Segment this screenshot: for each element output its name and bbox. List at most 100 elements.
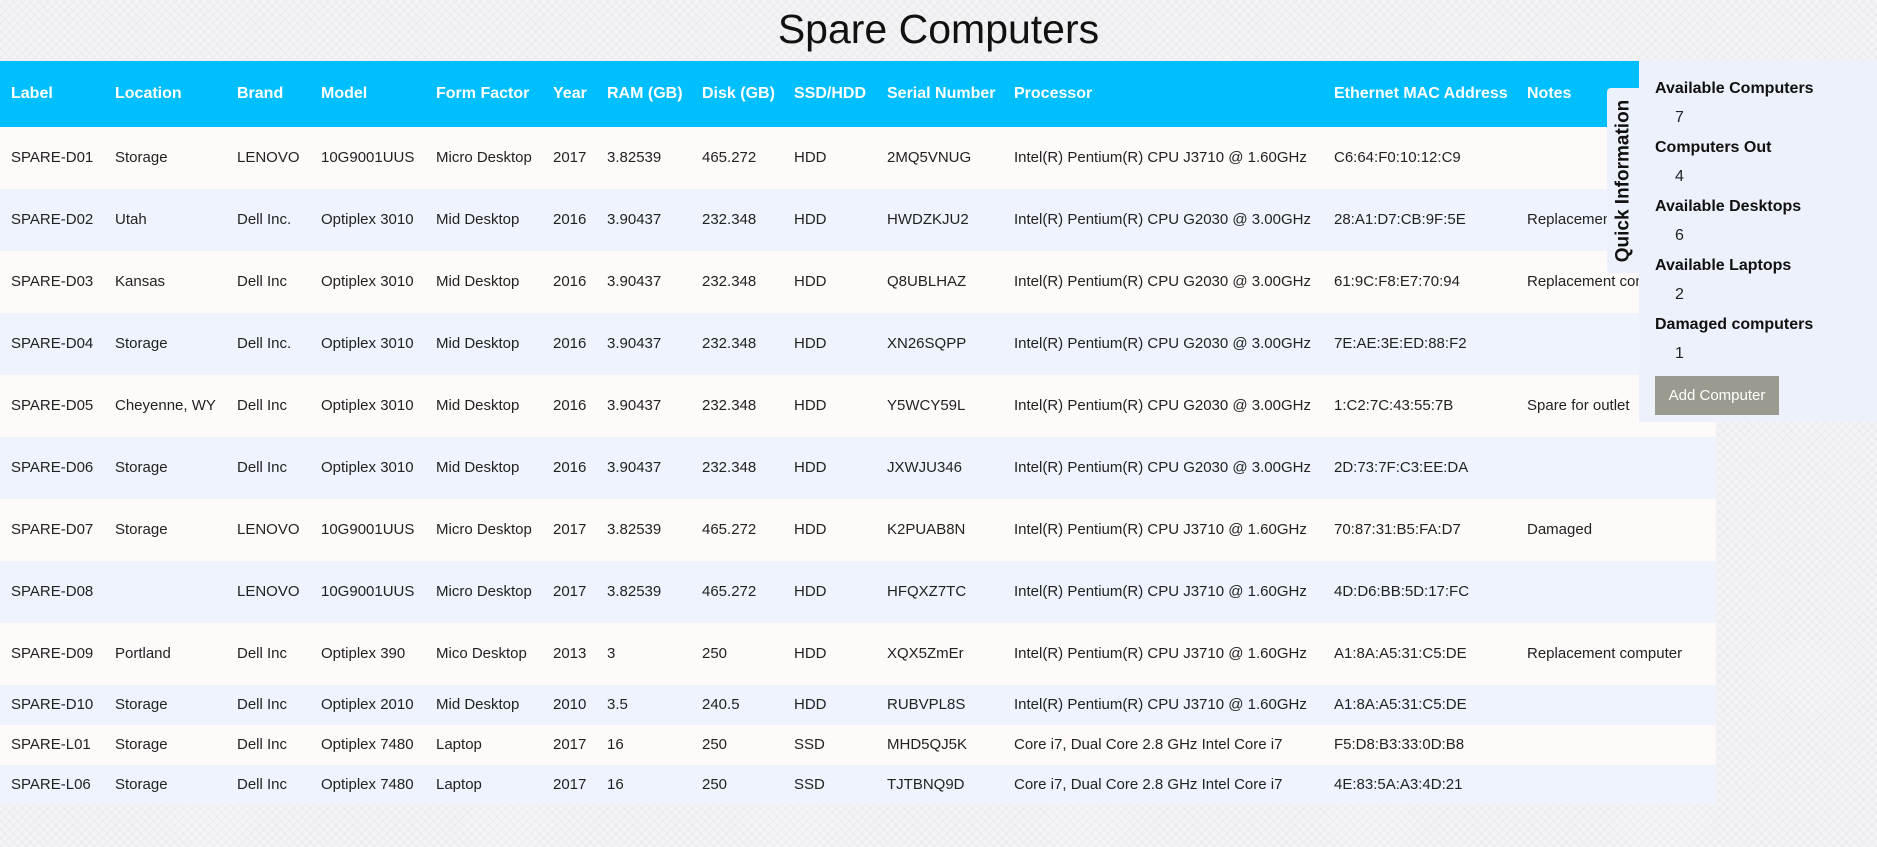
column-header[interactable]: Location bbox=[104, 61, 226, 127]
column-header[interactable]: Serial Number bbox=[876, 61, 1003, 127]
table-cell: HDD bbox=[794, 521, 827, 538]
table-row[interactable]: SPARE-D10 Storage Dell Inc Optiplex 2010 Mid… bbox=[0, 685, 1716, 725]
table-cell: 4D:D6:BB:5D:17:FC bbox=[1334, 583, 1470, 600]
table-cell bbox=[1516, 437, 1716, 499]
table-cell: XQX5ZmEr bbox=[887, 645, 964, 662]
table-cell: 10G9001UUS bbox=[321, 583, 415, 600]
table-cell: 2017 bbox=[553, 521, 587, 538]
table-cell: 3.90437 bbox=[607, 273, 662, 290]
table-cell: SPARE-D03 bbox=[11, 273, 94, 290]
table-cell: Optiplex 3010 bbox=[321, 397, 414, 414]
table-cell: SPARE-L06 bbox=[11, 776, 91, 793]
table-cell: Dell Inc bbox=[237, 397, 288, 414]
available-desktops-label: Available Desktops bbox=[1655, 198, 1802, 215]
table-cell: HDD bbox=[794, 273, 827, 290]
table-cell: Intel(R) Pentium(R) CPU J3710 @ 1.60GHz bbox=[1014, 583, 1307, 600]
column-header[interactable]: Label bbox=[0, 61, 104, 127]
table-cell: 232.348 bbox=[702, 211, 757, 228]
table-row[interactable]: SPARE-L06 Storage Dell Inc Optiplex 7480 Lap… bbox=[0, 765, 1716, 805]
table-cell: 232.348 bbox=[702, 335, 757, 352]
table-cell: 3.90437 bbox=[607, 335, 662, 352]
table-cell: Optiplex 3010 bbox=[321, 335, 414, 352]
table-cell: Storage bbox=[115, 696, 168, 713]
available-laptops-value: 2 bbox=[1675, 286, 1684, 303]
table-cell: Portland bbox=[115, 645, 171, 662]
table-cell: 2016 bbox=[553, 459, 587, 476]
table-cell: Dell Inc bbox=[237, 273, 288, 290]
table-cell: LENOVO bbox=[237, 583, 300, 600]
table-cell: Cheyenne, WY bbox=[115, 397, 216, 414]
table-row[interactable]: SPARE-D09 Portland Dell Inc Optiplex 390 Mic… bbox=[0, 623, 1716, 685]
table-cell: SPARE-D10 bbox=[11, 696, 94, 713]
table-cell bbox=[1516, 561, 1716, 623]
table-cell: 3.5 bbox=[607, 696, 628, 713]
quick-information-tab[interactable]: Quick Information bbox=[1607, 88, 1639, 273]
table-cell: 232.348 bbox=[702, 273, 757, 290]
table-cell: 16 bbox=[607, 736, 624, 753]
column-header[interactable]: Ethernet MAC Address bbox=[1323, 61, 1516, 127]
table-cell: 2013 bbox=[553, 645, 587, 662]
add-computer-button[interactable]: Add Computer bbox=[1655, 376, 1779, 415]
table-row[interactable]: SPARE-D05 Cheyenne, WY Dell Inc Optiplex 30… bbox=[0, 375, 1716, 437]
table-cell: 28:A1:D7:CB:9F:5E bbox=[1334, 211, 1466, 228]
table-cell: HDD bbox=[794, 335, 827, 352]
table-cell: Intel(R) Pentium(R) CPU G2030 @ 3.00GHz bbox=[1014, 397, 1311, 414]
table-cell: TJTBNQ9D bbox=[887, 776, 965, 793]
table-cell: Dell Inc. bbox=[237, 211, 292, 228]
table-row[interactable]: SPARE-D06 Storage Dell Inc Optiplex 3010 Mid… bbox=[0, 437, 1716, 499]
table-cell: 3.82539 bbox=[607, 583, 662, 600]
column-header[interactable]: Model bbox=[310, 61, 425, 127]
table-cell: 2017 bbox=[553, 149, 587, 166]
table-cell: 1:C2:7C:43:55:7B bbox=[1334, 397, 1454, 414]
table-cell: Kansas bbox=[115, 273, 166, 290]
table-row[interactable]: SPARE-D01 Storage LENOVO 10G9001UUS Micro De… bbox=[0, 127, 1716, 189]
table-row[interactable]: SPARE-D07 Storage LENOVO 10G9001UUS Micro De… bbox=[0, 499, 1716, 561]
table-cell: 232.348 bbox=[702, 397, 757, 414]
table-cell: HDD bbox=[794, 397, 827, 414]
table-row[interactable]: SPARE-L01 Storage Dell Inc Optiplex 7480 Lap… bbox=[0, 725, 1716, 765]
table-cell: HDD bbox=[794, 149, 827, 166]
table-cell: 2016 bbox=[553, 335, 587, 352]
table-header-row: Label Location Brand Model Form Factor Y… bbox=[0, 61, 1716, 127]
column-header[interactable]: Brand bbox=[226, 61, 310, 127]
table-cell: 2017 bbox=[553, 583, 587, 600]
table-cell: SPARE-D09 bbox=[11, 645, 94, 662]
table-cell: Storage bbox=[115, 149, 168, 166]
table-cell: Intel(R) Pentium(R) CPU J3710 @ 1.60GHz bbox=[1014, 696, 1307, 713]
available-computers-value: 7 bbox=[1675, 109, 1684, 126]
column-header[interactable]: RAM (GB) bbox=[596, 61, 691, 127]
table-cell: Storage bbox=[115, 736, 168, 753]
table-cell: Intel(R) Pentium(R) CPU G2030 @ 3.00GHz bbox=[1014, 211, 1311, 228]
table-cell: F5:D8:B3:33:0D:B8 bbox=[1334, 736, 1465, 753]
table-cell: RUBVPL8S bbox=[887, 696, 966, 713]
computers-table: Label Location Brand Model Form Factor Y… bbox=[0, 61, 1716, 805]
table-cell: Q8UBLHAZ bbox=[887, 273, 967, 290]
table-cell bbox=[1516, 685, 1716, 725]
column-header[interactable]: Disk (GB) bbox=[691, 61, 783, 127]
table-cell: 465.272 bbox=[702, 583, 757, 600]
table-cell: Intel(R) Pentium(R) CPU G2030 @ 3.00GHz bbox=[1014, 273, 1311, 290]
available-computers-label: Available Computers bbox=[1655, 80, 1814, 97]
table-cell: K2PUAB8N bbox=[887, 521, 966, 538]
table-row[interactable]: SPARE-D04 Storage Dell Inc. Optiplex 3010 Mi… bbox=[0, 313, 1716, 375]
table-cell: Replacement computer bbox=[1527, 645, 1683, 662]
table-cell: Laptop bbox=[436, 736, 482, 753]
table-cell: 16 bbox=[607, 776, 624, 793]
table-cell: 2016 bbox=[553, 273, 587, 290]
column-header[interactable]: Processor bbox=[1003, 61, 1323, 127]
table-cell: Optiplex 3010 bbox=[321, 459, 414, 476]
table-row[interactable]: SPARE-D02 Utah Dell Inc. Optiplex 3010 Mid D… bbox=[0, 189, 1716, 251]
table-row[interactable]: SPARE-D08 LENOVO 10G9001UUS Micro Desktop 20… bbox=[0, 561, 1716, 623]
table-row[interactable]: SPARE-D03 Kansas Dell Inc Optiplex 3010 Mid … bbox=[0, 251, 1716, 313]
table-cell: 250 bbox=[702, 736, 728, 753]
column-header[interactable]: SSD/HDD bbox=[783, 61, 876, 127]
table-cell: Optiplex 3010 bbox=[321, 273, 414, 290]
column-header[interactable]: Year bbox=[542, 61, 596, 127]
table-cell: Intel(R) Pentium(R) CPU G2030 @ 3.00GHz bbox=[1014, 459, 1311, 476]
table-cell: 240.5 bbox=[702, 696, 740, 713]
table-cell: SPARE-D06 bbox=[11, 459, 94, 476]
column-header[interactable]: Form Factor bbox=[425, 61, 542, 127]
table-cell: HDD bbox=[794, 211, 827, 228]
table-cell: 10G9001UUS bbox=[321, 149, 415, 166]
quick-information-panel: Available Computers 7 Computers Out 4 Av… bbox=[1639, 61, 1877, 422]
